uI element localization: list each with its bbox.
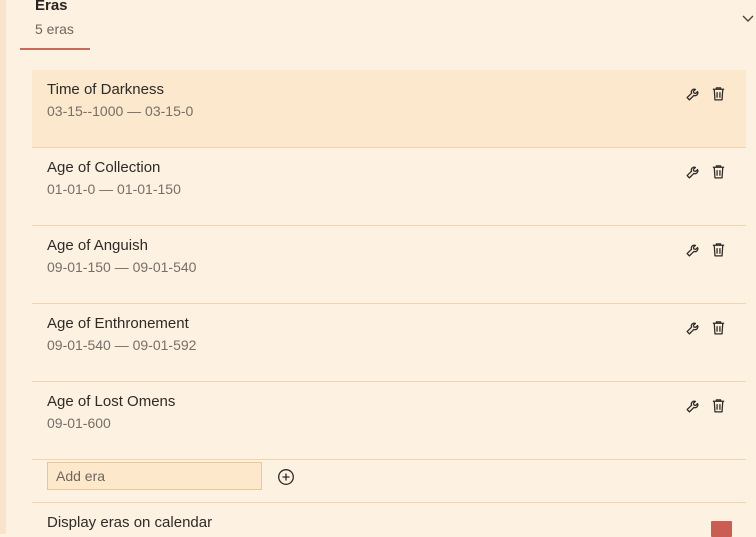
era-row[interactable]: Age of Anguish 09-01-150 — 09-01-540: [32, 226, 746, 304]
era-row[interactable]: Age of Enthronement 09-01-540 — 09-01-59…: [32, 304, 746, 382]
era-count: 5 eras: [35, 21, 74, 37]
left-panel-edge: [0, 0, 6, 534]
era-list: Time of Darkness 03-15--1000 — 03-15-0 A…: [32, 70, 746, 460]
trash-icon[interactable]: [709, 84, 727, 102]
add-era-row: [32, 451, 746, 503]
wrench-icon[interactable]: [684, 318, 702, 336]
era-name: Age of Anguish: [47, 237, 148, 254]
wrench-icon[interactable]: [684, 84, 702, 102]
section-title: Eras: [35, 0, 68, 14]
era-row[interactable]: Age of Lost Omens 09-01-600: [32, 382, 746, 460]
trash-icon[interactable]: [709, 162, 727, 180]
display-eras-label: Display eras on calendar: [47, 514, 213, 531]
wrench-icon[interactable]: [684, 240, 702, 258]
era-date-range: 09-01-540 — 09-01-592: [47, 337, 197, 353]
era-name: Age of Collection: [47, 159, 161, 176]
display-eras-setting: Display eras on calendar: [32, 503, 746, 537]
era-date-range: 03-15--1000 — 03-15-0: [47, 103, 194, 119]
era-name: Age of Enthronement: [47, 315, 189, 332]
display-eras-toggle[interactable]: [711, 521, 732, 537]
era-date-range: 09-01-600: [47, 415, 111, 431]
trash-icon[interactable]: [709, 396, 727, 414]
eras-section-header[interactable]: Eras 5 eras: [20, 0, 756, 50]
plus-circle-icon[interactable]: [277, 468, 295, 486]
era-date-range: 09-01-150 — 09-01-540: [47, 259, 197, 275]
era-date-range: 01-01-0 — 01-01-150: [47, 181, 181, 197]
add-era-input[interactable]: [47, 462, 262, 490]
chevron-down-icon[interactable]: [740, 10, 756, 26]
era-row[interactable]: Time of Darkness 03-15--1000 — 03-15-0: [32, 70, 746, 148]
active-underline: [20, 48, 90, 50]
era-name: Time of Darkness: [47, 81, 164, 98]
trash-icon[interactable]: [709, 318, 727, 336]
era-name: Age of Lost Omens: [47, 393, 176, 410]
trash-icon[interactable]: [709, 240, 727, 258]
wrench-icon[interactable]: [684, 162, 702, 180]
era-row[interactable]: Age of Collection 01-01-0 — 01-01-150: [32, 148, 746, 226]
wrench-icon[interactable]: [684, 396, 702, 414]
